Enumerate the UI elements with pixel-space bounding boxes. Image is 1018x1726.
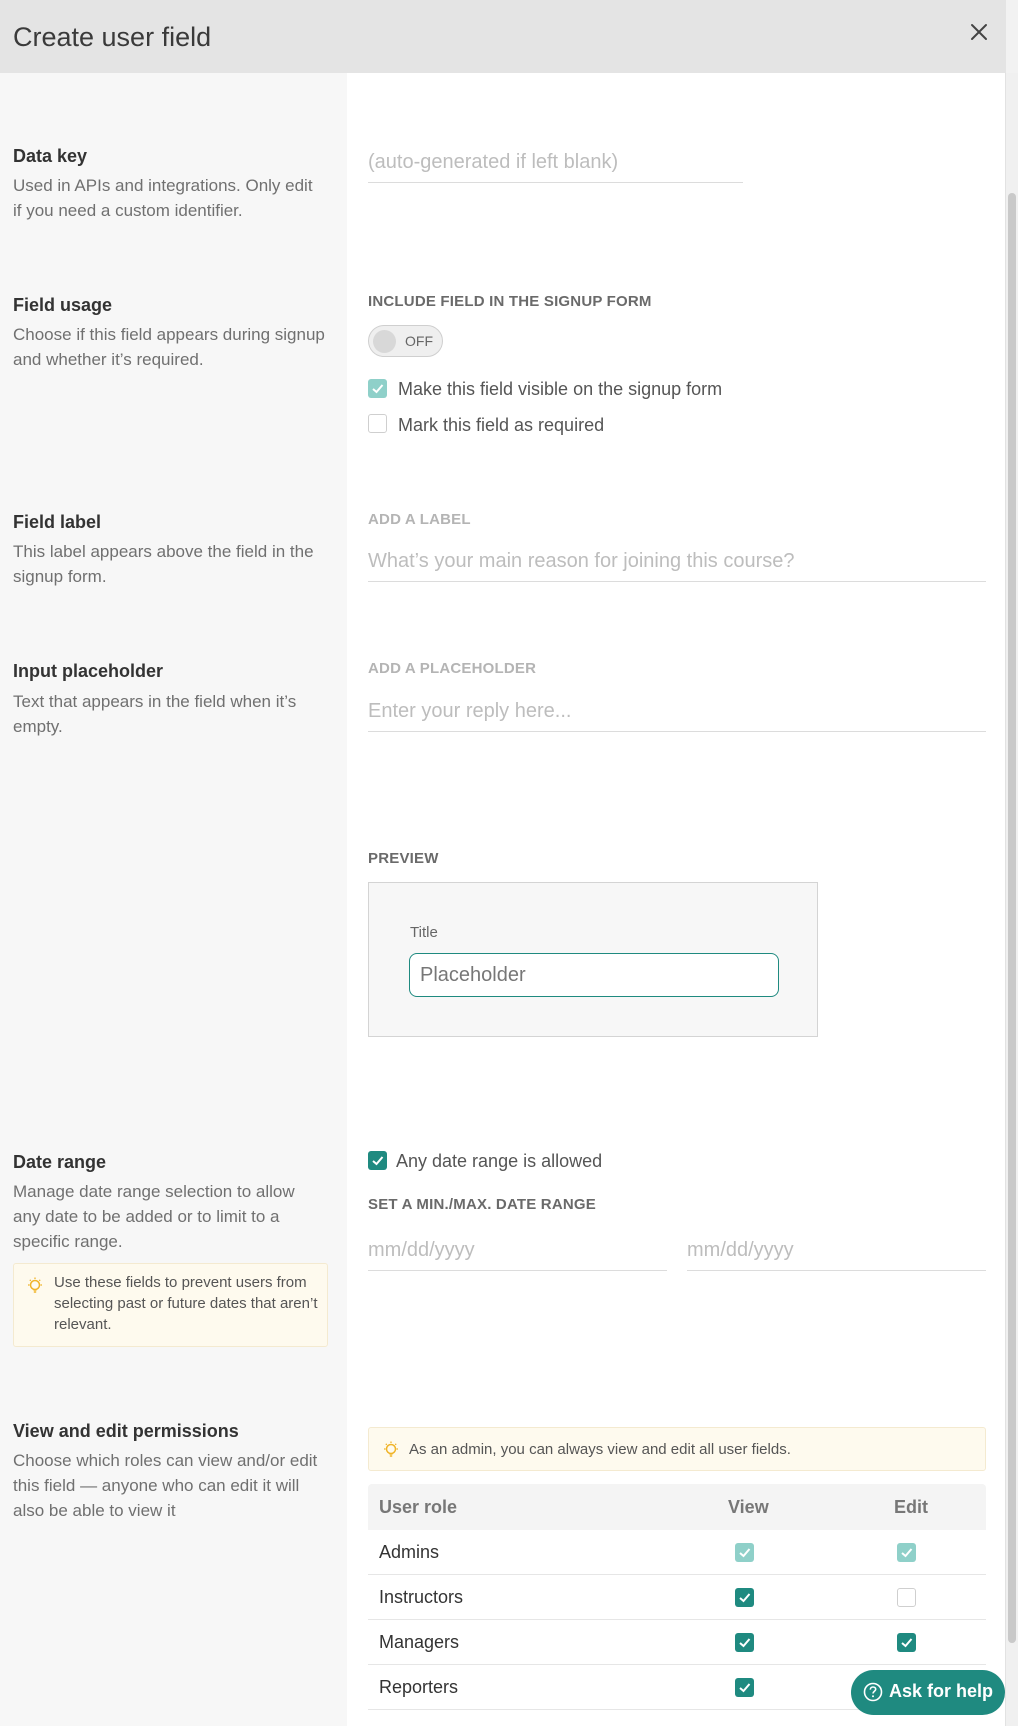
preview-field-input: Placeholder — [409, 953, 779, 997]
check-icon — [372, 384, 384, 394]
check-icon — [739, 1638, 751, 1648]
input-placeholder-title: Input placeholder — [13, 661, 164, 681]
input-placeholder-description: Text that appears in the field when it’s… — [13, 692, 297, 736]
table-row: Admins — [368, 1530, 986, 1575]
any-date-checkbox[interactable] — [368, 1151, 387, 1170]
view-checkbox[interactable] — [735, 1588, 754, 1607]
role-name: Admins — [379, 1542, 440, 1562]
field-label-description: This label appears above the field in th… — [13, 542, 314, 586]
add-placeholder-caption: ADD A PLACEHOLDER — [368, 660, 537, 677]
role-name: Instructors — [379, 1587, 464, 1607]
dialog-title: Create user field — [13, 22, 212, 52]
col-user-role: User role — [379, 1497, 458, 1517]
admin-tip-text: As an admin, you can always view and edi… — [409, 1441, 791, 1458]
admin-tip: As an admin, you can always view and edi… — [368, 1427, 986, 1471]
role-name: Managers — [379, 1632, 460, 1652]
permissions-description: Choose which roles can view and/or edit … — [13, 1451, 318, 1520]
ask-for-help-button[interactable]: Ask for help — [851, 1670, 1005, 1715]
scrollbar[interactable] — [1005, 73, 1018, 1726]
edit-checkbox — [897, 1543, 916, 1562]
data-key-title: Data key — [13, 146, 88, 166]
view-checkbox[interactable] — [735, 1678, 754, 1697]
date-range-description: Manage date range selection to allow any… — [13, 1182, 295, 1251]
lightbulb-icon — [28, 1277, 42, 1293]
check-icon — [901, 1548, 913, 1558]
date-range-caption: SET A MIN./MAX. DATE RANGE — [368, 1196, 596, 1213]
data-key-description: Used in APIs and integrations. Only edit… — [13, 176, 313, 220]
date-range-title: Date range — [13, 1152, 107, 1172]
label-input[interactable]: What’s your main reason for joining this… — [368, 550, 986, 582]
check-icon — [372, 1156, 384, 1166]
table-row: Instructors — [368, 1575, 986, 1620]
check-icon — [739, 1593, 751, 1603]
data-key-input[interactable]: (auto-generated if left blank) — [368, 151, 743, 183]
view-checkbox — [735, 1543, 754, 1562]
signup-form-toggle[interactable]: OFF — [368, 325, 443, 357]
placeholder-input[interactable]: Enter your reply here... — [368, 700, 986, 732]
permissions-title: View and edit permissions — [13, 1421, 239, 1441]
add-label-caption: ADD A LABEL — [368, 511, 471, 528]
check-icon — [739, 1548, 751, 1558]
col-edit: Edit — [894, 1497, 928, 1517]
preview-box: Title Placeholder — [368, 882, 818, 1037]
signup-form-caption: INCLUDE FIELD IN THE SIGNUP FORM — [368, 293, 652, 310]
date-range-tip-text: Use these fields to prevent users from s… — [54, 1274, 318, 1333]
lightbulb-icon — [384, 1441, 398, 1457]
required-checkbox-label: Mark this field as required — [398, 415, 605, 435]
table-row: Managers — [368, 1620, 986, 1665]
preview-caption: PREVIEW — [368, 850, 439, 867]
close-icon[interactable] — [964, 17, 994, 47]
visible-checkbox[interactable] — [368, 379, 387, 398]
visible-checkbox-label: Make this field visible on the signup fo… — [398, 379, 723, 399]
required-checkbox[interactable] — [368, 414, 387, 433]
scrollbar-thumb[interactable] — [1008, 193, 1016, 1643]
field-usage-description: Choose if this field appears during sign… — [13, 325, 325, 369]
edit-checkbox[interactable] — [897, 1588, 916, 1607]
toggle-knob — [373, 330, 396, 353]
min-date-input[interactable]: mm/dd/yyyy — [368, 1239, 667, 1271]
any-date-label: Any date range is allowed — [396, 1151, 603, 1171]
check-icon — [739, 1683, 751, 1693]
view-checkbox[interactable] — [735, 1633, 754, 1652]
field-usage-title: Field usage — [13, 295, 113, 315]
date-range-tip: Use these fields to prevent users from s… — [13, 1263, 328, 1347]
max-date-input[interactable]: mm/dd/yyyy — [687, 1239, 986, 1271]
toggle-label: OFF — [405, 333, 433, 349]
check-icon — [901, 1638, 913, 1648]
dialog-header: Create user field — [0, 0, 1006, 73]
question-circle-icon — [863, 1682, 883, 1702]
role-name: Reporters — [379, 1677, 459, 1697]
edit-checkbox[interactable] — [897, 1633, 916, 1652]
preview-field-title: Title — [410, 924, 438, 941]
col-view: View — [728, 1497, 769, 1517]
field-label-title: Field label — [13, 512, 102, 532]
ask-for-help-label: Ask for help — [889, 1681, 994, 1701]
permissions-table-header: User role View Edit — [368, 1484, 986, 1530]
